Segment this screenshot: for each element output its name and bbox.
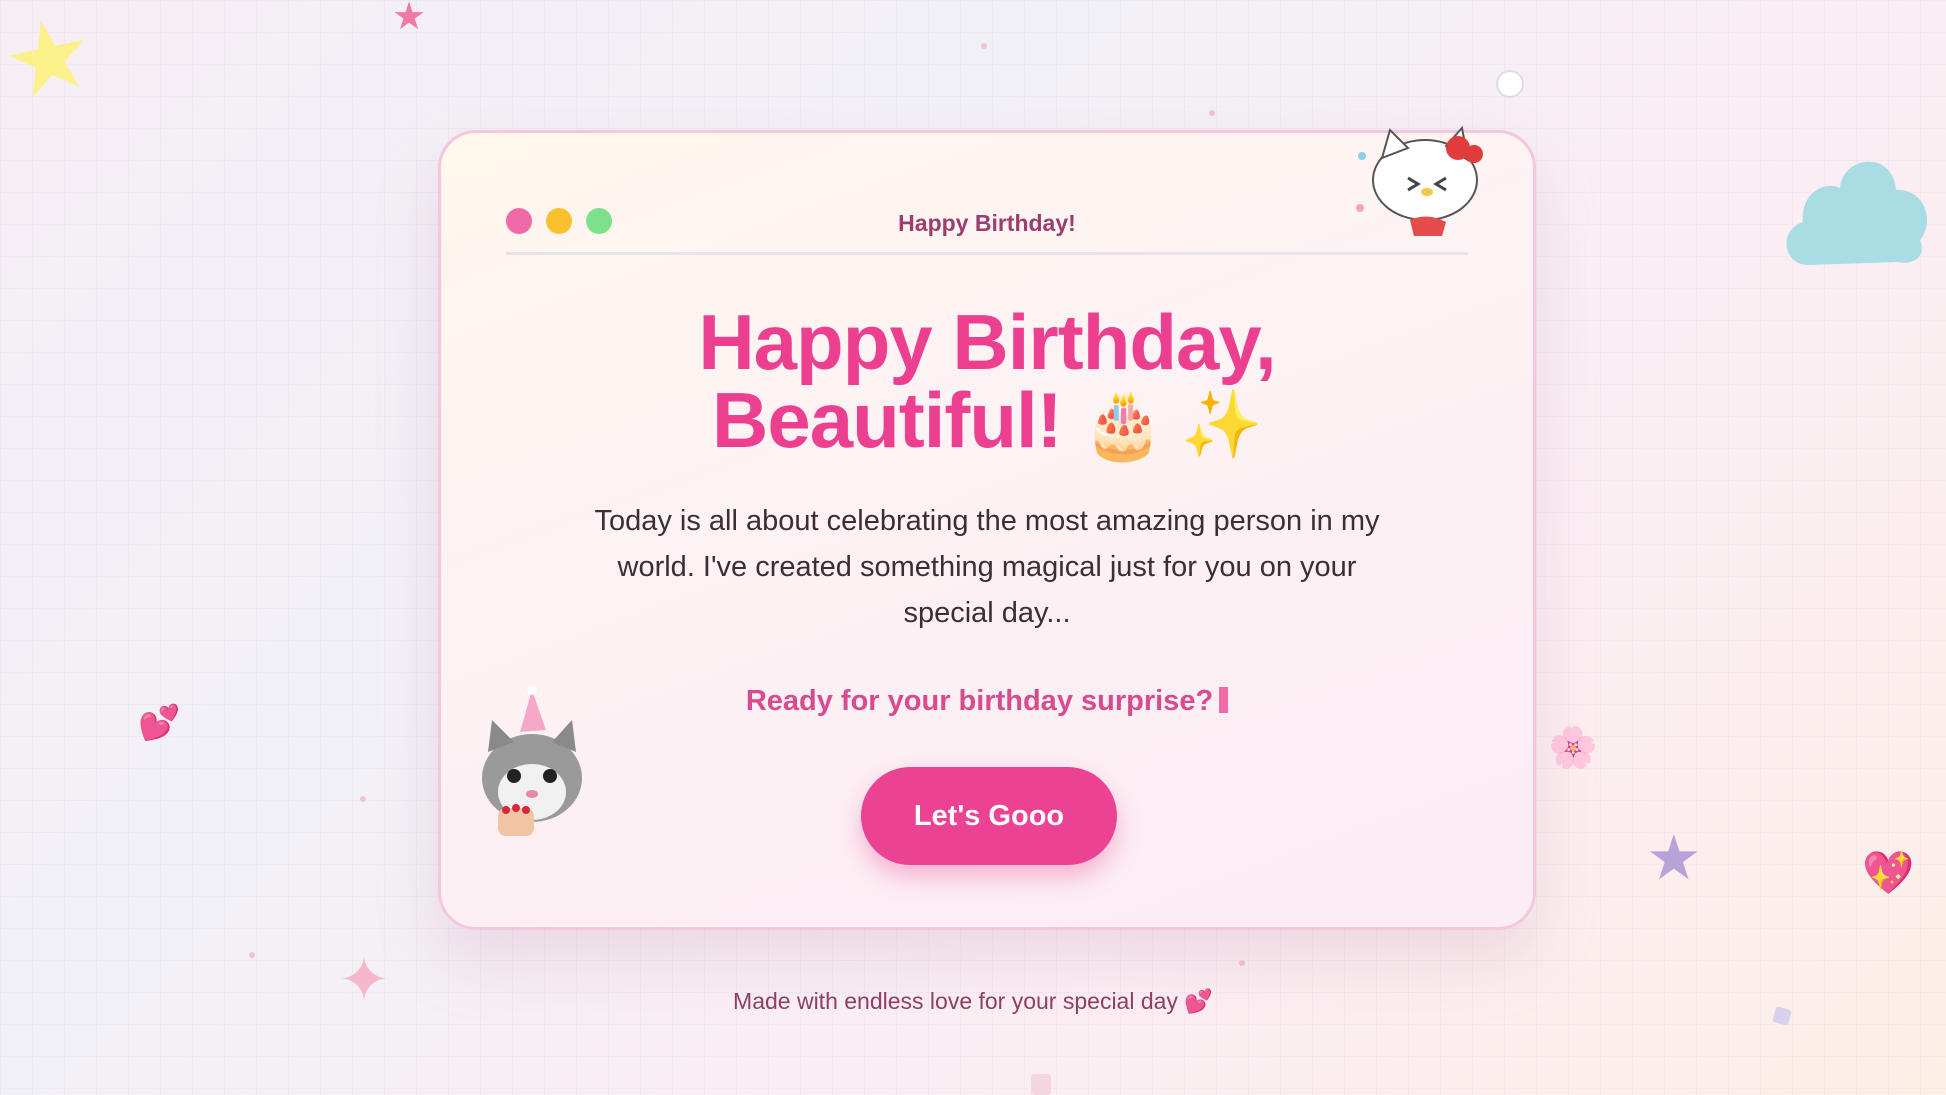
- mini-cat-icon: [1496, 70, 1524, 98]
- footer-note: Made with endless love for your special …: [733, 988, 1213, 1014]
- window-titlebar: Happy Birthday!: [506, 200, 1468, 255]
- flower-icon: 🌸: [1548, 726, 1598, 770]
- page-heading: Happy Birthday, Beautiful! 🎂 ✨: [441, 303, 1533, 463]
- intro-description: Today is all about celebrating the most …: [594, 505, 1380, 629]
- confetti-dot: [249, 952, 255, 958]
- window-title: Happy Birthday!: [898, 210, 1076, 236]
- birthday-card: Happy Birthday! Happy Birthday, Beautifu…: [438, 130, 1536, 930]
- party-cat-sticker: [482, 685, 582, 836]
- heading-line-2: Beautiful!: [711, 376, 1063, 464]
- cake-sparkle-icon: 🎂 ✨: [1082, 387, 1263, 461]
- confetti-dot: [981, 43, 987, 49]
- surprise-prompt: Ready for your birthday surprise?: [441, 685, 1533, 718]
- lets-go-button[interactable]: Let's Gooo: [861, 767, 1117, 865]
- cloud-icon: [1786, 161, 1927, 265]
- heading-line-1: Happy Birthday,: [698, 298, 1276, 386]
- confetti-dot: [360, 796, 366, 802]
- yellow-star-icon: ★: [0, 0, 105, 123]
- hearts-icon: 💕: [138, 704, 181, 742]
- sparkle-heart-icon: 💖: [1862, 849, 1915, 896]
- typing-cursor: [1219, 687, 1229, 713]
- pink-star-icon: ★: [392, 0, 427, 38]
- square-confetti-icon: [1031, 1074, 1051, 1095]
- surprise-prompt-text: Ready for your birthday surprise?: [745, 685, 1214, 717]
- hello-kitty-sticker: [1356, 125, 1483, 236]
- purple-star-icon: ★: [1646, 824, 1702, 893]
- confetti-dot: [1209, 110, 1215, 116]
- confetti-dot: [1239, 960, 1245, 966]
